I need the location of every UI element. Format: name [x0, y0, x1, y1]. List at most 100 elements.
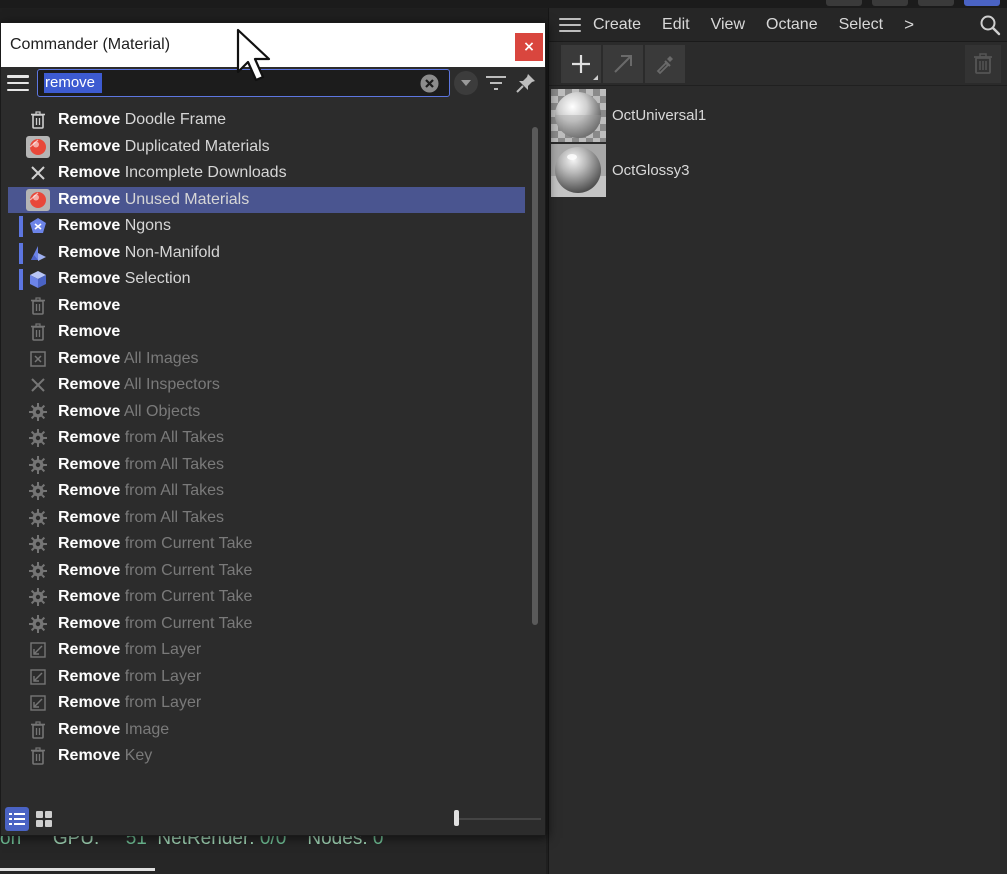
result-keyword: Remove	[58, 482, 121, 500]
menu-create[interactable]: Create	[593, 16, 641, 34]
top-tab[interactable]	[872, 0, 908, 6]
plus-icon	[572, 54, 590, 73]
result-item[interactable]: Remove Key	[8, 743, 525, 770]
top-tab[interactable]	[826, 0, 862, 6]
result-rest: Incomplete Downloads	[124, 164, 287, 182]
results-scrollbar[interactable]	[532, 127, 538, 625]
result-item[interactable]: Remove from Current Take	[8, 558, 525, 585]
result-item[interactable]: Remove from Layer	[8, 637, 525, 664]
result-label: Remove Ngons	[58, 217, 171, 235]
result-item[interactable]: Remove from Layer	[8, 690, 525, 717]
menu-edit[interactable]: Edit	[662, 16, 690, 34]
result-rest: from Current Take	[124, 614, 253, 632]
result-item[interactable]: Remove All Objects	[8, 399, 525, 426]
result-item[interactable]: Remove from Current Take	[8, 584, 525, 611]
result-item[interactable]: Remove from Current Take	[8, 531, 525, 558]
result-rest: from Layer	[124, 667, 202, 685]
result-item[interactable]: Remove from Current Take	[8, 611, 525, 638]
result-rest: from Current Take	[124, 561, 253, 579]
material-thumbnail	[551, 89, 606, 142]
trash-icon	[974, 53, 992, 74]
image-x-icon	[26, 347, 50, 371]
menu-select[interactable]: Select	[839, 16, 883, 34]
result-item[interactable]: Remove Image	[8, 717, 525, 744]
result-keyword: Remove	[58, 111, 121, 129]
add-material-button[interactable]	[561, 44, 601, 83]
result-rest: from Layer	[124, 694, 202, 712]
result-item[interactable]: Remove Duplicated Materials	[8, 134, 525, 161]
hamburger-menu-icon[interactable]	[7, 75, 29, 91]
result-label: Remove Image	[58, 721, 169, 739]
top-tab-active[interactable]	[964, 0, 1000, 6]
search-input[interactable]	[38, 71, 408, 95]
result-item[interactable]: Remove Ngons	[8, 213, 525, 240]
results-list: Remove Doodle Frame Remove Duplicated Mat…	[1, 107, 529, 791]
eyedropper-icon	[656, 55, 673, 74]
result-item[interactable]: Remove Selection	[8, 266, 525, 293]
result-keyword: Remove	[58, 376, 121, 394]
result-item[interactable]: Remove Doodle Frame	[8, 107, 525, 134]
trash-icon	[26, 718, 50, 742]
menu-view[interactable]: View	[711, 16, 745, 34]
grid-view-icon[interactable]	[32, 807, 56, 831]
gear-icon	[26, 559, 50, 583]
trash-icon	[26, 744, 50, 768]
result-item[interactable]: Remove Unused Materials	[8, 186, 525, 213]
result-keyword: Remove	[58, 641, 121, 659]
result-label: Remove from Layer	[58, 641, 201, 659]
result-item[interactable]: Remove from All Takes	[8, 425, 525, 452]
result-item[interactable]: Remove Non-Manifold	[8, 240, 525, 267]
result-item[interactable]: Remove from All Takes	[8, 452, 525, 479]
chevron-down-icon[interactable]	[454, 71, 478, 95]
zoom-slider-track[interactable]	[457, 818, 541, 820]
close-button[interactable]: ×	[515, 33, 543, 61]
result-item[interactable]: Remove All Images	[8, 346, 525, 373]
list-view-icon[interactable]	[5, 807, 29, 831]
result-keyword: Remove	[58, 720, 121, 738]
eyedropper-button[interactable]	[645, 44, 685, 83]
result-item[interactable]: Remove Incomplete Downloads	[8, 160, 525, 187]
result-rest: Image	[124, 720, 170, 738]
result-label: Remove Key	[58, 747, 152, 765]
result-rest: Key	[124, 747, 153, 765]
menu-octane[interactable]: Octane	[766, 16, 818, 34]
pin-icon[interactable]	[514, 71, 538, 95]
progress-line	[0, 868, 155, 871]
result-marker	[19, 242, 23, 264]
result-item[interactable]: Remove from Layer	[8, 664, 525, 691]
gear-icon	[26, 506, 50, 530]
result-item[interactable]: Remove	[8, 319, 525, 346]
arrow-up-right-icon	[614, 54, 632, 73]
search-icon[interactable]	[979, 14, 1001, 36]
mouse-cursor-icon	[236, 28, 271, 82]
filter-icon[interactable]	[484, 71, 508, 95]
result-keyword: Remove	[58, 349, 121, 367]
selection-cube-icon	[26, 267, 50, 291]
gear-icon	[26, 532, 50, 556]
material-item[interactable]: OctGlossy3	[549, 143, 1007, 198]
clear-search-icon[interactable]	[420, 74, 439, 93]
result-label: Remove Selection	[58, 270, 191, 288]
result-rest: from All Takes	[124, 455, 224, 473]
material-list: OctUniversal1 OctGlossy3	[549, 86, 1007, 198]
apply-material-button[interactable]	[603, 44, 643, 83]
result-item[interactable]: Remove	[8, 293, 525, 320]
material-sphere-icon	[26, 188, 50, 212]
result-keyword: Remove	[58, 561, 121, 579]
result-item[interactable]: Remove from All Takes	[8, 478, 525, 505]
result-label: Remove from Layer	[58, 668, 201, 686]
top-tab[interactable]	[918, 0, 954, 6]
non-manifold-icon	[26, 241, 50, 265]
material-item[interactable]: OctUniversal1	[549, 88, 1007, 143]
menu-more-chevron[interactable]: >	[904, 15, 914, 35]
result-keyword: Remove	[58, 429, 121, 447]
zoom-slider-handle[interactable]	[454, 810, 459, 826]
result-item[interactable]: Remove All Inspectors	[8, 372, 525, 399]
result-rest: from All Takes	[124, 429, 224, 447]
hamburger-menu-icon[interactable]	[559, 17, 581, 32]
material-thumbnail	[551, 144, 606, 197]
trash-icon	[26, 320, 50, 344]
result-item[interactable]: Remove from All Takes	[8, 505, 525, 532]
top-strip	[0, 0, 1007, 8]
delete-material-button[interactable]	[965, 45, 1001, 83]
